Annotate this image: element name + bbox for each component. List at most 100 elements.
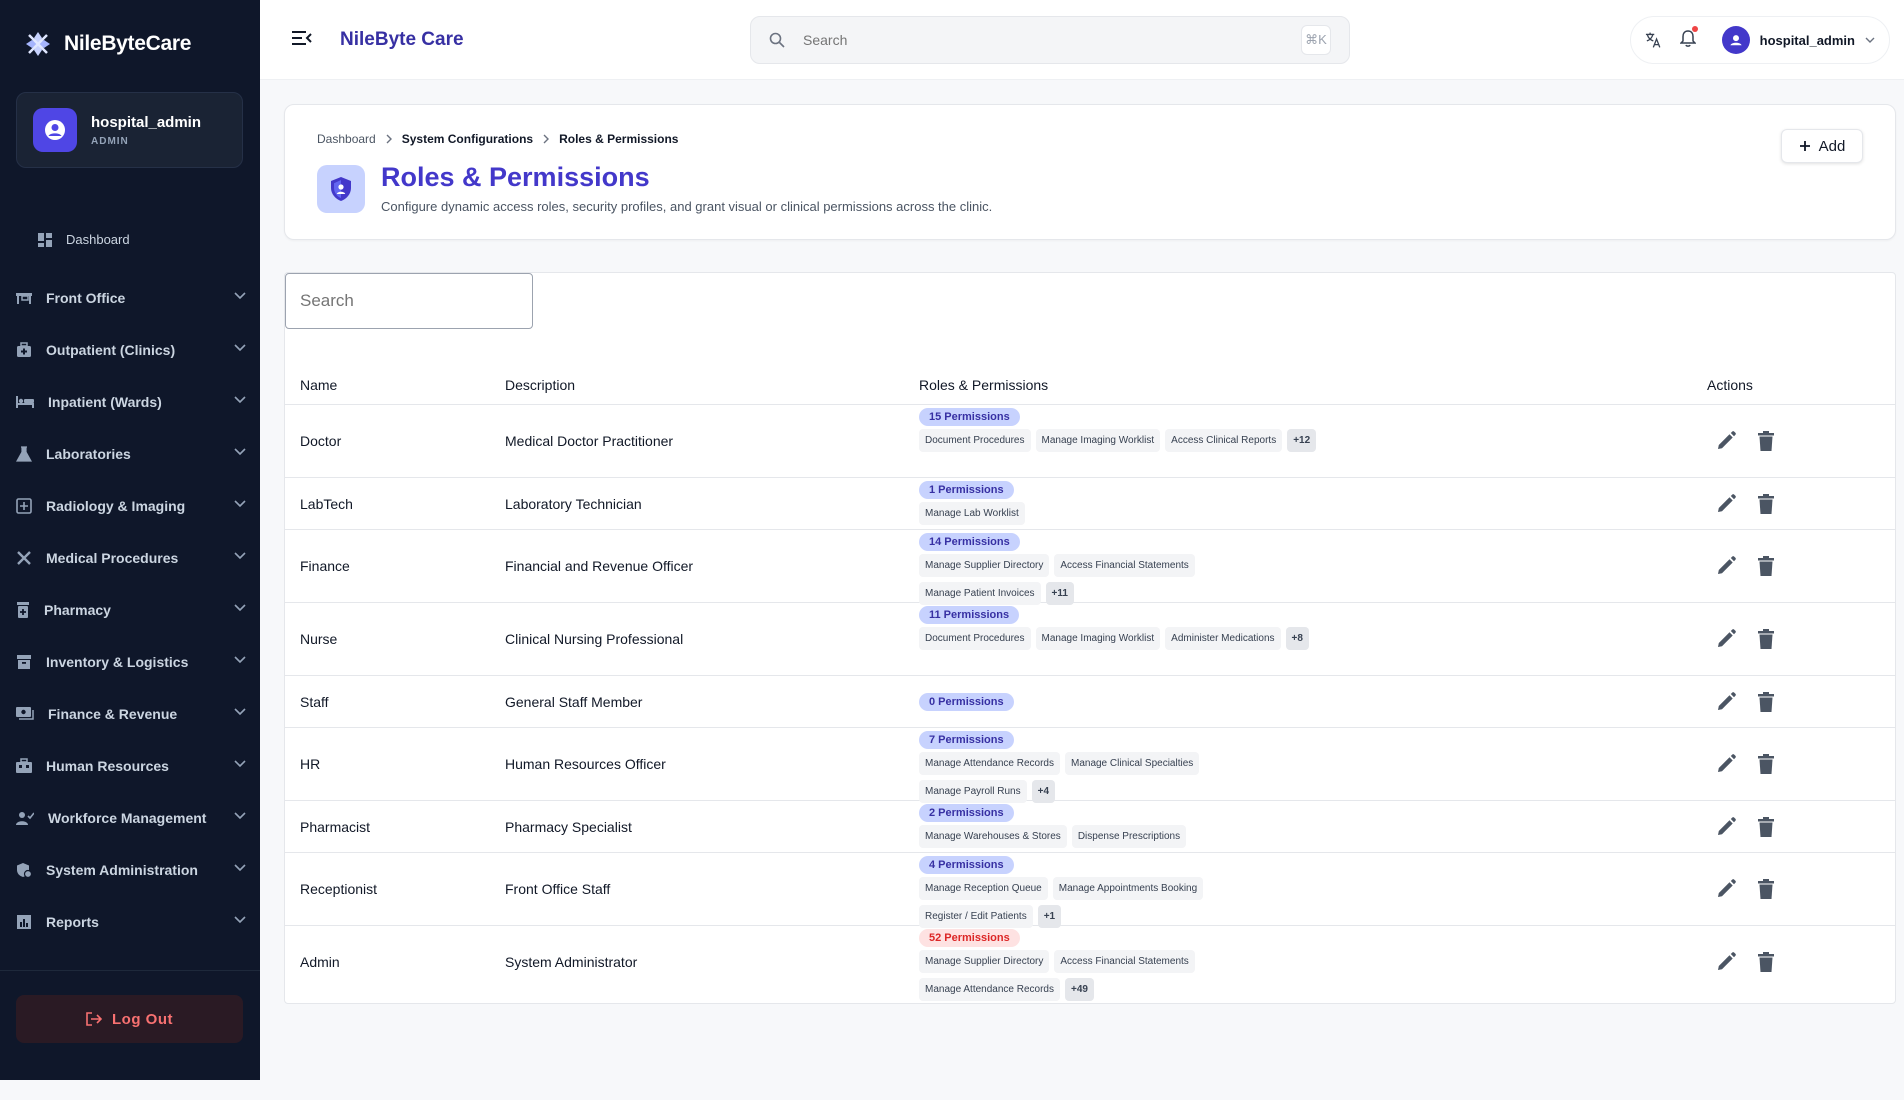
permissions-count-badge: 0 Permissions <box>919 693 1014 711</box>
role-name: HR <box>300 756 321 772</box>
permission-chip: Manage Imaging Worklist <box>1035 429 1161 452</box>
more-permissions-chip[interactable]: +8 <box>1285 627 1309 650</box>
edit-button[interactable] <box>1715 430 1737 452</box>
breadcrumb-system-configurations[interactable]: System Configurations <box>402 132 533 146</box>
menu-collapse-icon[interactable] <box>292 30 312 46</box>
sidebar-item-label: Radiology & Imaging <box>46 498 186 514</box>
admin-shield-icon <box>17 863 32 878</box>
sidebar-item-pharmacy[interactable]: Pharmacy <box>0 584 260 636</box>
breadcrumb-current: Roles & Permissions <box>559 132 679 146</box>
role-description: Laboratory Technician <box>505 496 642 512</box>
translate-icon[interactable] <box>1645 31 1662 49</box>
table-row[interactable]: Admin System Administrator 52 Permission… <box>285 926 1895 1001</box>
chevron-down-icon <box>234 552 246 560</box>
sidebar-item-system-administration[interactable]: System Administration <box>0 844 260 896</box>
sidebar-item-reports[interactable]: Reports <box>0 896 260 948</box>
more-permissions-chip[interactable]: +49 <box>1064 978 1094 1001</box>
breadcrumb-dashboard[interactable]: Dashboard <box>317 132 376 146</box>
more-permissions-chip[interactable]: +11 <box>1045 582 1074 605</box>
add-label: Add <box>1818 137 1846 155</box>
sidebar-nav: Front Office Outpatient (Clinics) Inpati… <box>0 272 260 948</box>
pencil-icon <box>1718 817 1736 835</box>
sidebar-item-outpatient[interactable]: Outpatient (Clinics) <box>0 324 260 376</box>
column-header-name[interactable]: Name <box>300 377 337 393</box>
table-search[interactable] <box>285 273 533 329</box>
chevron-down-icon <box>234 292 246 300</box>
sidebar-item-medical-procedures[interactable]: Medical Procedures <box>0 532 260 584</box>
sidebar-item-inpatient[interactable]: Inpatient (Wards) <box>0 376 260 428</box>
sidebar-user-card[interactable]: hospital_admin ADMIN <box>16 92 243 168</box>
chevron-down-icon <box>234 916 246 924</box>
trash-icon <box>1758 494 1774 514</box>
user-menu[interactable]: hospital_admin <box>1721 26 1875 54</box>
edit-button[interactable] <box>1715 555 1737 577</box>
pill-bottle-icon <box>17 602 29 618</box>
brand[interactable]: NileByteCare <box>24 30 191 58</box>
edit-button[interactable] <box>1715 951 1737 973</box>
table-row[interactable]: Staff General Staff Member 0 Permissions <box>285 676 1895 728</box>
table-row[interactable]: Pharmacist Pharmacy Specialist 2 Permiss… <box>285 801 1895 853</box>
delete-button[interactable] <box>1755 691 1777 713</box>
table-row[interactable]: LabTech Laboratory Technician 1 Permissi… <box>285 478 1895 530</box>
edit-button[interactable] <box>1715 691 1737 713</box>
table-row[interactable]: Doctor Medical Doctor Practitioner 15 Pe… <box>285 405 1895 478</box>
table-row[interactable]: Nurse Clinical Nursing Professional 11 P… <box>285 603 1895 676</box>
sidebar-item-human-resources[interactable]: Human Resources <box>0 740 260 792</box>
more-permissions-chip[interactable]: +4 <box>1031 780 1056 803</box>
breadcrumb: Dashboard System Configurations Roles & … <box>317 132 678 146</box>
flask-icon <box>16 446 32 462</box>
sidebar-item-front-office[interactable]: Front Office <box>0 272 260 324</box>
delete-button[interactable] <box>1755 753 1777 775</box>
briefcase-icon <box>16 758 32 773</box>
sidebar-item-label: Workforce Management <box>48 810 207 826</box>
delete-button[interactable] <box>1755 555 1777 577</box>
delete-button[interactable] <box>1755 816 1777 838</box>
sidebar-item-label: Front Office <box>46 290 126 306</box>
delete-button[interactable] <box>1755 430 1777 452</box>
edit-button[interactable] <box>1715 493 1737 515</box>
edit-button[interactable] <box>1715 628 1737 650</box>
delete-button[interactable] <box>1755 951 1777 973</box>
sidebar-item-dashboard[interactable]: Dashboard <box>38 232 130 247</box>
table-row[interactable]: Finance Financial and Revenue Officer 14… <box>285 530 1895 605</box>
table-row[interactable]: Receptionist Front Office Staff 4 Permis… <box>285 853 1895 928</box>
more-permissions-chip[interactable]: +12 <box>1287 429 1317 452</box>
table-search-input[interactable] <box>300 291 521 311</box>
role-description: Financial and Revenue Officer <box>505 558 694 574</box>
dashboard-icon <box>38 232 52 247</box>
sidebar-item-workforce[interactable]: Workforce Management <box>0 792 260 844</box>
money-icon <box>16 707 34 720</box>
permissions-cell: 7 Permissions Manage Attendance Records … <box>919 730 1339 803</box>
delete-button[interactable] <box>1755 628 1777 650</box>
sidebar-item-inventory[interactable]: Inventory & Logistics <box>0 636 260 688</box>
sidebar-item-laboratories[interactable]: Laboratories <box>0 428 260 480</box>
top-avatar <box>1721 26 1750 54</box>
add-role-button[interactable]: Add <box>1781 129 1863 163</box>
edit-button[interactable] <box>1715 816 1737 838</box>
more-permissions-chip[interactable]: +1 <box>1037 905 1062 928</box>
role-description: Human Resources Officer <box>505 756 666 772</box>
permissions-count-badge: 15 Permissions <box>919 408 1020 426</box>
column-header-description[interactable]: Description <box>505 377 575 393</box>
delete-button[interactable] <box>1755 878 1777 900</box>
delete-button[interactable] <box>1755 493 1777 515</box>
edit-button[interactable] <box>1715 753 1737 775</box>
table-row[interactable]: HR Human Resources Officer 7 Permissions… <box>285 728 1895 803</box>
trash-icon <box>1758 817 1774 837</box>
global-search[interactable]: ⌘K <box>750 16 1350 64</box>
chevron-down-icon <box>234 656 246 664</box>
logout-button[interactable]: Log Out <box>16 995 243 1043</box>
sidebar-item-finance[interactable]: Finance & Revenue <box>0 688 260 740</box>
global-search-input[interactable] <box>803 32 1283 48</box>
permission-chip: Manage Imaging Worklist <box>1035 627 1161 650</box>
sidebar-item-radiology[interactable]: Radiology & Imaging <box>0 480 260 532</box>
column-header-permissions[interactable]: Roles & Permissions <box>919 377 1048 393</box>
edit-button[interactable] <box>1715 878 1737 900</box>
permission-chip: Manage Reception Queue <box>919 877 1048 900</box>
chevron-down-icon <box>234 864 246 872</box>
pencil-icon <box>1718 754 1736 772</box>
sidebar-item-label: Laboratories <box>46 446 131 462</box>
notifications-button[interactable] <box>1678 25 1698 52</box>
role-name: LabTech <box>300 496 353 512</box>
chevron-down-icon <box>234 500 246 508</box>
